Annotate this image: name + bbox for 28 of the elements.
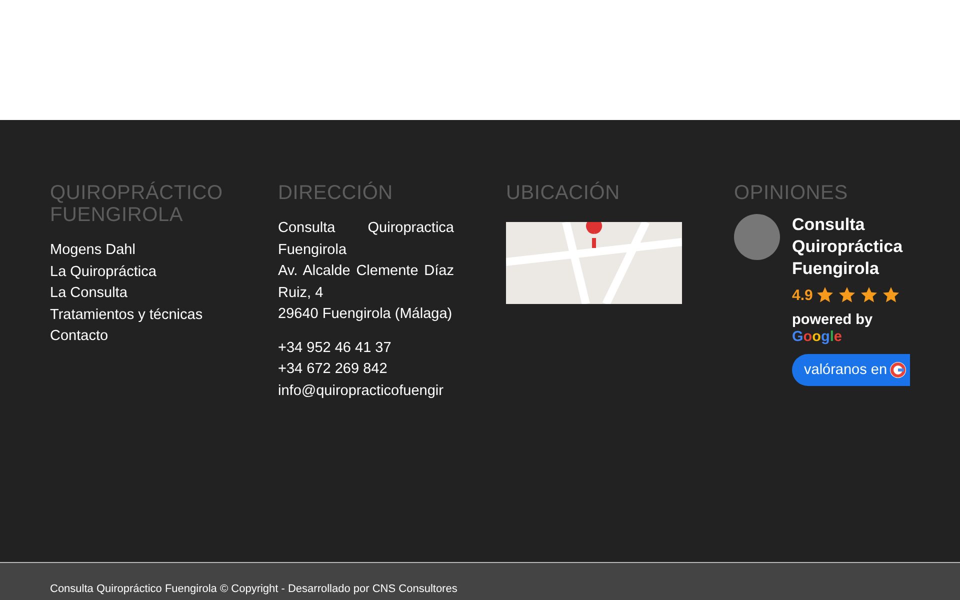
- business-name: Consulta Quiropráctica Fuengirola: [792, 214, 904, 280]
- google-icon: [890, 362, 906, 378]
- footer-link[interactable]: La Quiropráctica: [50, 262, 156, 283]
- contact-link[interactable]: info@quiropracticofuengir: [278, 380, 444, 402]
- address-line: Consulta Quiropractica Fuengirola: [278, 219, 454, 260]
- star-icon: [816, 286, 834, 304]
- contact-link[interactable]: +34 672 269 842: [278, 359, 444, 380]
- column-heading: OPINIONES: [734, 182, 848, 204]
- address-line: 29640 Fuengirola (Málaga): [278, 305, 454, 324]
- address-line: Av. Alcalde Clemente Díaz Ruiz, 4: [278, 262, 454, 302]
- rating-value: 4.9: [792, 286, 813, 304]
- review-button[interactable]: valóranos en: [792, 354, 910, 386]
- copyright-text: Consulta Quiropráctico Fuengirola © Copyright - Desarrollado por CNS Consultores: [50, 582, 458, 596]
- contact-link[interactable]: +34 952 46 41 37: [278, 338, 444, 359]
- footer-link[interactable]: Tratamientos y técnicas: [50, 304, 203, 326]
- avatar-photo: [734, 214, 780, 260]
- column-heading: DIRECCIÓN: [278, 182, 393, 204]
- star-icon: [860, 286, 878, 304]
- footer-link[interactable]: Contacto: [50, 326, 108, 348]
- star-icon: [882, 286, 900, 304]
- footer-link[interactable]: Mogens Dahl: [50, 240, 136, 262]
- star-icon: [838, 286, 856, 304]
- column-heading: UBICACIÓN: [506, 182, 620, 204]
- powered-by-text: powered by: [792, 312, 873, 328]
- column-heading: QUIROPRÁCTICO FUENGIROLA: [50, 182, 224, 226]
- footer-link[interactable]: La Consulta: [50, 283, 128, 304]
- google-wordmark: Google: [792, 329, 842, 345]
- map-thumbnail[interactable]: [506, 222, 682, 304]
